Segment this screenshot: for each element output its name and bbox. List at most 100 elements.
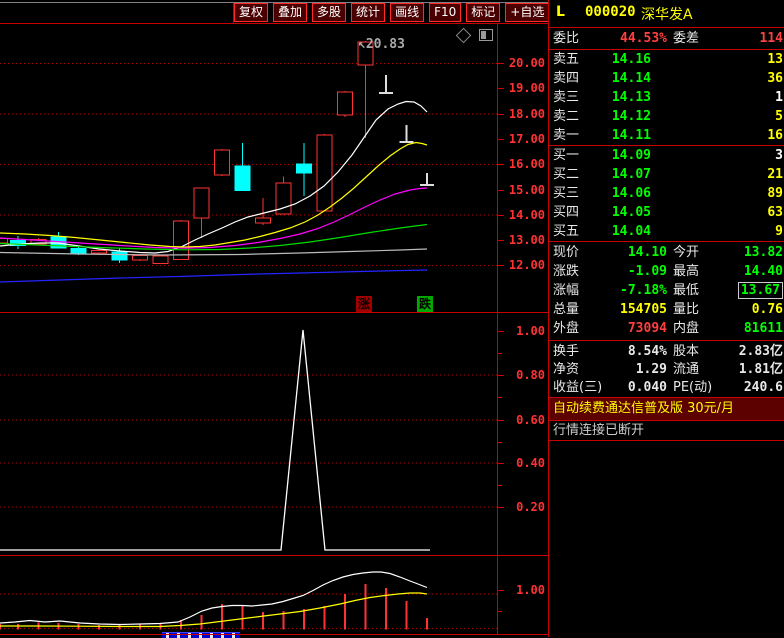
app-window: 复权叠加多股统计画线F10标记+自选返回 ↖20.83 涨 跌 20.0019.…	[0, 0, 784, 637]
axis-tick	[498, 590, 504, 591]
panel-divider	[549, 27, 784, 28]
candle-body	[153, 256, 168, 264]
panel-divider	[549, 420, 784, 421]
stock-title: L 000020 深华发A	[549, 4, 784, 26]
detail-row-涨跌: 涨跌-1.09最高14.40	[549, 262, 784, 281]
axis-minor-tick	[498, 485, 502, 486]
axis-label-0.20: 0.20	[503, 500, 545, 514]
axis-label-0.60: 0.60	[503, 413, 545, 427]
ask-row-2[interactable]: 卖二14.125	[549, 107, 784, 126]
ask-row-5[interactable]: 卖五14.1613	[549, 50, 784, 69]
axis-minor-tick	[498, 397, 502, 398]
bid-row-4[interactable]: 买四14.0563	[549, 203, 784, 222]
bid-row-5[interactable]: 买五14.049	[549, 222, 784, 241]
rise-badge: 涨	[356, 296, 372, 312]
candle-body	[112, 252, 127, 260]
stock-chart-canvas[interactable]	[0, 23, 497, 634]
axis-label-1.00: 1.00	[503, 324, 545, 338]
toolbar-button-7[interactable]: 标记	[466, 3, 500, 22]
axis-minor-tick	[498, 442, 502, 443]
axis-minor-tick	[498, 611, 502, 612]
axis-tick	[498, 331, 504, 332]
axis-label-17.00: 17.00	[503, 132, 545, 146]
axis-tick	[498, 507, 504, 508]
axis-label-18.00: 18.00	[503, 107, 545, 121]
ask-row-3[interactable]: 卖三14.131	[549, 88, 784, 107]
axis-tick	[498, 190, 504, 191]
candle-body	[71, 249, 86, 255]
candle-body	[338, 92, 353, 115]
ma-white	[0, 102, 427, 254]
detail-row-现价: 现价14.10今开13.82	[549, 243, 784, 262]
connection-status: 行情连接已断开	[549, 421, 784, 440]
axis-label-12.00: 12.00	[503, 258, 545, 272]
panel-divider	[549, 440, 784, 441]
axis-tick	[498, 420, 504, 421]
toolbar-button-6[interactable]: F10	[429, 3, 461, 22]
candle-body	[92, 251, 107, 254]
panel-divider	[549, 340, 784, 341]
ma-blue	[0, 270, 427, 282]
axis-tick	[498, 164, 504, 165]
detail-row-涨幅: 涨幅-7.18%最低13.67	[549, 281, 784, 300]
candle-body	[256, 218, 271, 223]
bid-row-1[interactable]: 买一14.093	[549, 146, 784, 165]
axis-label-1.00: 1.00	[503, 583, 545, 597]
axis-label-14.00: 14.00	[503, 208, 545, 222]
bottom-indicator-tab[interactable]	[162, 632, 240, 638]
axis-tick	[498, 139, 504, 140]
ask-row-4[interactable]: 卖四14.1436	[549, 69, 784, 88]
axis-tick	[498, 63, 504, 64]
axis-minor-tick	[498, 353, 502, 354]
candle-body	[133, 256, 148, 261]
window-panel-icon[interactable]	[479, 29, 493, 41]
stock-code: 000020	[585, 4, 636, 20]
axis-tick	[498, 114, 504, 115]
toolbar-button-8[interactable]: +自选	[505, 3, 549, 22]
axis-tick	[498, 215, 504, 216]
axis-tick	[498, 375, 504, 376]
detail-row-总量: 总量154705量比0.76	[549, 300, 784, 319]
subscription-banner[interactable]: 自动续费通达信普及版 30元/月	[549, 398, 784, 420]
panel-divider	[549, 49, 784, 50]
fund-row-净资: 净资1.29流通1.81亿	[549, 360, 784, 379]
weibi-row: 委比 44.53% 委差 114	[549, 29, 784, 48]
axis-tick	[498, 265, 504, 266]
fall-badge: 跌	[417, 296, 433, 312]
weibi-value: 44.53%	[577, 29, 667, 48]
panel-divider	[549, 145, 784, 146]
weicha-value: 114	[760, 29, 783, 48]
market-flag: L	[556, 4, 565, 20]
arrow-up-left-icon: ↖	[358, 37, 366, 52]
axis-tick	[498, 88, 504, 89]
axis-label-20.00: 20.00	[503, 56, 545, 70]
stock-name: 深华发A	[641, 4, 693, 24]
detail-row-外盘: 外盘73094内盘81611	[549, 319, 784, 338]
candle-body	[194, 188, 209, 218]
axis-label-19.00: 19.00	[503, 81, 545, 95]
toolbar-button-5[interactable]: 画线	[390, 3, 424, 22]
candle-body	[297, 164, 312, 173]
peak-price-label: ↖20.83	[358, 37, 405, 52]
toolbar-button-2[interactable]: 叠加	[273, 3, 307, 22]
ask-row-1[interactable]: 卖一14.1116	[549, 126, 784, 145]
peak-price-value: 20.83	[366, 37, 405, 52]
volume-ma-white	[0, 572, 427, 625]
main-pane-separator	[0, 312, 548, 313]
weicha-label: 委差	[673, 29, 699, 48]
indicator-line	[0, 330, 430, 550]
axis-label-16.00: 16.00	[503, 157, 545, 171]
axis-label-13.00: 13.00	[503, 233, 545, 247]
axis-label-0.40: 0.40	[503, 456, 545, 470]
quote-panel: L 000020 深华发A 委比 44.53% 委差 114 卖五14.1613…	[549, 0, 784, 637]
toolbar: 复权叠加多股统计画线F10标记+自选返回	[234, 3, 588, 23]
bid-row-2[interactable]: 买二14.0721	[549, 165, 784, 184]
toolbar-button-1[interactable]: 复权	[234, 3, 268, 22]
bid-row-3[interactable]: 买三14.0689	[549, 184, 784, 203]
axis-tick	[498, 463, 504, 464]
fund-row-收益(三): 收益(三)0.040PE(动)240.6	[549, 378, 784, 397]
axis-label-15.00: 15.00	[503, 183, 545, 197]
toolbar-button-4[interactable]: 统计	[351, 3, 385, 22]
toolbar-button-3[interactable]: 多股	[312, 3, 346, 22]
candle-body	[235, 166, 250, 191]
